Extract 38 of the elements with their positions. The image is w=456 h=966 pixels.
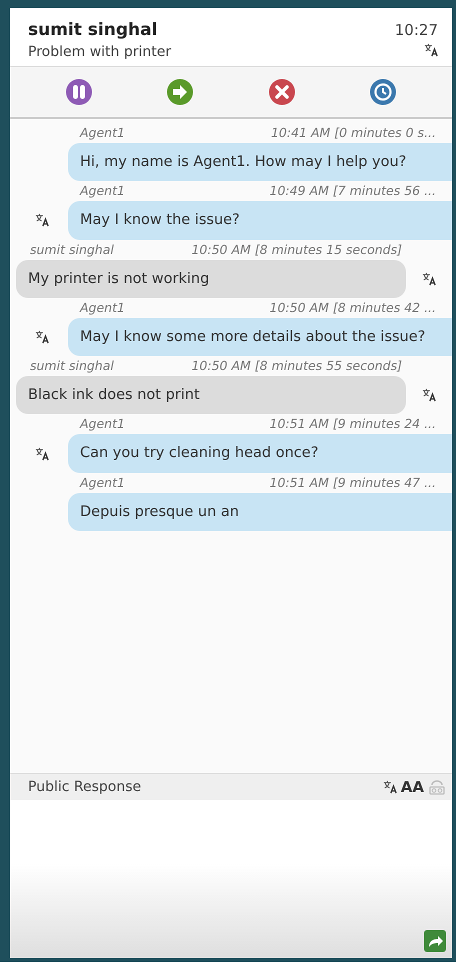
history-icon[interactable] (369, 78, 398, 106)
message-bubble: Depuis presque un an (68, 492, 452, 532)
translate-icon[interactable] (382, 780, 397, 794)
message-time: 10:50 AM [8 minutes 15 seconds] (191, 242, 402, 257)
translate-icon[interactable] (422, 388, 436, 402)
message-time: 10:41 AM [0 minutes 0 s... (270, 125, 436, 140)
sender-name: Agent1 (80, 416, 125, 432)
translate-icon[interactable] (35, 330, 49, 344)
end-icon[interactable] (268, 78, 296, 106)
transfer-icon[interactable] (166, 78, 194, 106)
chat-time: 10:27 (394, 21, 438, 39)
sender-name: Agent1 (80, 300, 125, 315)
message-bubble: My printer is not working (16, 260, 406, 298)
hold-icon[interactable] (64, 78, 93, 106)
message-time: 10:51 AM [9 minutes 24 ... (270, 416, 436, 432)
message-time: 10:49 AM [7 minutes 56 ... (270, 183, 436, 198)
sender-name: sumit singhal (30, 358, 114, 374)
message-bubble: May I know some more details about the issue? (68, 318, 452, 356)
sender-name: Agent1 (80, 474, 125, 490)
translate-icon[interactable] (422, 272, 436, 286)
message-bubble: Can you try cleaning head once? (68, 434, 452, 473)
customer-name: sumit singhal (28, 20, 158, 40)
translate-icon[interactable] (35, 213, 49, 228)
send-icon[interactable] (424, 930, 446, 952)
message-time: 10:50 AM [8 minutes 42 ... (270, 300, 436, 315)
translate-icon[interactable] (35, 446, 49, 461)
font-size-button[interactable]: AA (400, 778, 424, 796)
translate-icon[interactable] (424, 43, 438, 57)
sender-name: sumit singhal (30, 242, 114, 257)
message-time: 10:50 AM [8 minutes 55 seconds] (191, 358, 402, 374)
response-label: Public Response (28, 779, 142, 795)
message-bubble: Black ink does not print (16, 376, 406, 414)
message-bubble: Hi, my name is Agent1. How may I help you? (68, 143, 452, 182)
sender-name: Agent1 (80, 125, 125, 140)
sender-name: Agent1 (80, 183, 125, 198)
chat-subject: Problem with printer (28, 44, 172, 60)
message-time: 10:51 AM [9 minutes 47 ... (270, 474, 436, 490)
message-bubble: May I know the issue? (68, 201, 452, 240)
